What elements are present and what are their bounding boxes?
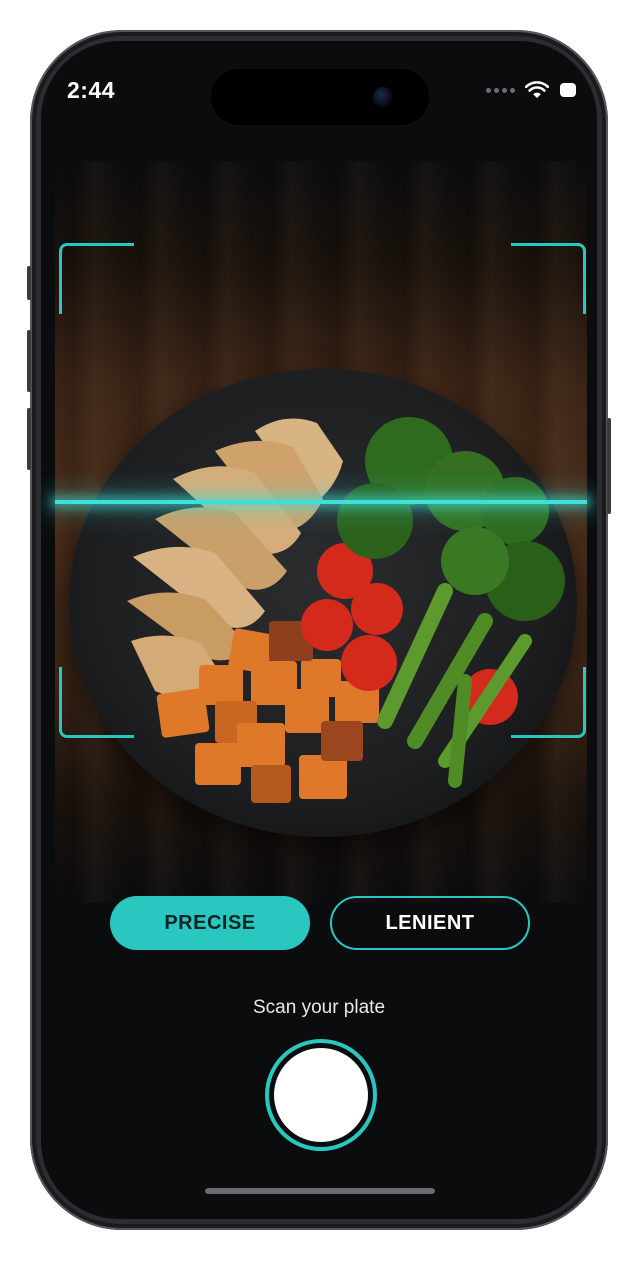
phone-silent-switch [27,266,31,300]
battery-icon [560,83,576,97]
shutter-button-icon [274,1048,368,1142]
phone-volume-up [27,330,31,392]
lenient-mode-button[interactable]: LENIENT [330,896,530,950]
mode-toggle: PRECISE LENIENT [110,896,530,950]
precise-mode-button[interactable]: PRECISE [110,896,310,950]
phone-volume-down [27,408,31,470]
status-time: 2:44 [67,77,116,103]
wifi-icon [525,81,549,98]
signal-dots-icon [486,87,515,93]
dynamic-island [211,69,429,125]
camera-viewfinder[interactable] [55,161,587,903]
status-icons [486,81,577,99]
home-indicator[interactable] [205,1188,435,1194]
front-camera-icon [373,87,393,107]
food-illustration [127,417,565,803]
shutter-button[interactable] [265,1039,377,1151]
app-screen: 2:44 PRECISE LENIENT Scan your plate [41,41,597,1219]
scan-instruction: Scan your plate [252,997,386,1018]
phone-power-button [607,418,611,514]
